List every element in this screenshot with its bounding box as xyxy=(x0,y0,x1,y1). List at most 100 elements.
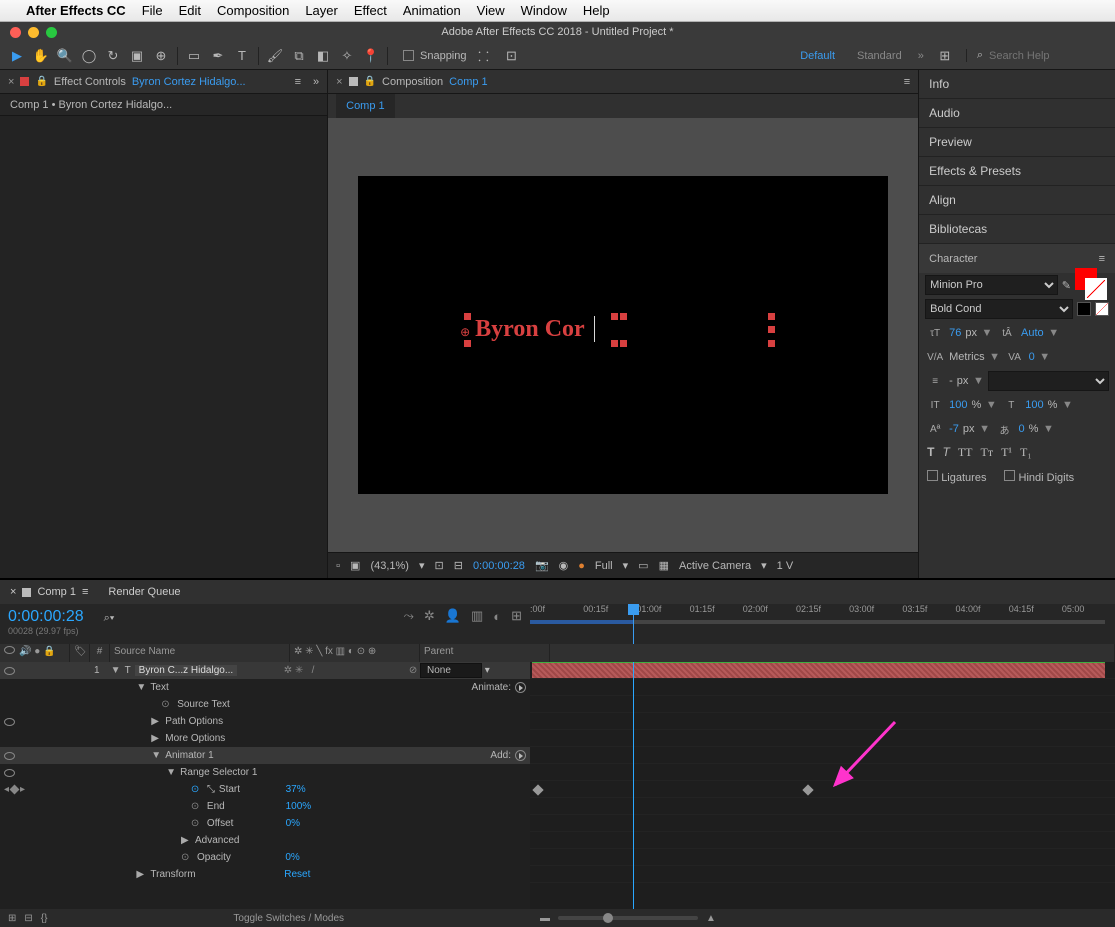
toggle-modes-icon[interactable]: ⊟ xyxy=(24,913,32,924)
close-tab-icon[interactable]: × xyxy=(10,586,16,598)
font-style-select[interactable]: Bold Cond xyxy=(925,299,1073,319)
toggle-brackets-icon[interactable]: {} xyxy=(41,913,48,924)
baseline-shift[interactable]: -7 xyxy=(949,423,959,435)
zoom-value[interactable]: (43,1%) xyxy=(370,560,409,572)
close-panel-icon[interactable]: × xyxy=(8,76,14,88)
vscale[interactable]: 100 xyxy=(949,399,967,411)
timeline-graph[interactable] xyxy=(530,662,1115,909)
toggle-switches-button[interactable]: Toggle Switches / Modes xyxy=(233,913,344,924)
hand-tool[interactable]: ✋ xyxy=(30,45,52,67)
zoom-in-icon[interactable]: ▲ xyxy=(706,913,716,924)
add-menu-icon[interactable] xyxy=(515,750,526,761)
snapping-checkbox[interactable] xyxy=(403,50,414,61)
pen-tool[interactable]: ✒ xyxy=(207,45,229,67)
app-name[interactable]: After Effects CC xyxy=(26,3,126,18)
graph-editor-icon[interactable]: ⊞ xyxy=(511,608,522,624)
grid-icon[interactable]: ▣ xyxy=(350,559,360,572)
eraser-tool[interactable]: ◧ xyxy=(312,45,334,67)
res-dropdown[interactable]: Full xyxy=(595,560,613,572)
mask-icon[interactable]: ⊟ xyxy=(454,559,463,572)
draft3d-icon[interactable]: ✲ xyxy=(424,608,435,624)
channel-icon[interactable]: ◉ xyxy=(559,559,569,572)
pan-behind-tool[interactable]: ⊕ xyxy=(150,45,172,67)
leading[interactable]: Auto xyxy=(1021,327,1044,339)
toggle-switches-icon[interactable]: ⊞ xyxy=(8,913,16,924)
panel-info[interactable]: Info xyxy=(919,70,1115,99)
panel-menu-icon[interactable]: ≡ xyxy=(904,76,910,88)
zoom-out-icon[interactable]: ▬ xyxy=(540,913,550,924)
hindi-digits-checkbox[interactable] xyxy=(1004,470,1015,481)
panel-audio[interactable]: Audio xyxy=(919,99,1115,128)
menu-layer[interactable]: Layer xyxy=(305,3,338,18)
col-parent[interactable]: Parent xyxy=(420,644,550,662)
all-caps[interactable]: TT xyxy=(958,445,973,460)
font-size[interactable]: 76 xyxy=(949,327,961,339)
clone-tool[interactable]: ⧉ xyxy=(288,45,310,67)
menu-help[interactable]: Help xyxy=(583,3,610,18)
panel-menu-icon[interactable]: ≡ xyxy=(1099,253,1105,265)
resolution-icon[interactable]: ⊡ xyxy=(435,559,444,572)
current-timecode[interactable]: 0:00:00:28 xyxy=(8,608,84,626)
panel-menu-icon[interactable]: ≡ xyxy=(295,76,301,88)
lock-icon[interactable]: 🔒 xyxy=(35,76,47,87)
frame-blend-icon[interactable]: ▥ xyxy=(471,608,483,624)
camera-tool[interactable]: ▣ xyxy=(126,45,148,67)
lock-icon[interactable]: 🔒 xyxy=(364,76,376,87)
faux-bold[interactable]: T xyxy=(927,445,934,460)
panel-effects-presets[interactable]: Effects & Presets xyxy=(919,157,1115,186)
time-ruler[interactable]: :00f00:15f01:00f01:15f02:00f02:15f03:00f… xyxy=(530,604,1115,644)
type-tool[interactable]: T xyxy=(231,45,253,67)
mac-menubar[interactable]: After Effects CC File Edit Composition L… xyxy=(0,0,1115,22)
menu-composition[interactable]: Composition xyxy=(217,3,289,18)
kerning[interactable]: Metrics xyxy=(949,351,984,363)
text-layer-bbox[interactable]: ⊕ Byron Cor xyxy=(463,316,783,346)
ligatures-checkbox[interactable] xyxy=(927,470,938,481)
panel-libraries[interactable]: Bibliotecas xyxy=(919,215,1115,244)
current-time-indicator[interactable] xyxy=(633,604,634,644)
menu-effect[interactable]: Effect xyxy=(354,3,387,18)
current-time[interactable]: 0:00:00:28 xyxy=(473,560,525,572)
close-panel-icon[interactable]: × xyxy=(336,76,342,88)
views-dropdown[interactable]: 1 V xyxy=(777,560,794,572)
anchor-point-icon[interactable]: ⊕ xyxy=(460,325,470,339)
panel-preview[interactable]: Preview xyxy=(919,128,1115,157)
roto-tool[interactable]: ✧ xyxy=(336,45,358,67)
rotation-tool[interactable]: ↻ xyxy=(102,45,124,67)
cti-line[interactable] xyxy=(633,662,634,909)
mag-ratio-icon[interactable]: ▫ xyxy=(336,560,340,572)
comp-stage[interactable]: ⊕ Byron Cor xyxy=(358,176,888,494)
menu-animation[interactable]: Animation xyxy=(403,3,461,18)
visibility-col-icon[interactable] xyxy=(4,646,15,654)
comp-mini-flow-icon[interactable]: ⤳ xyxy=(403,608,413,624)
faux-italic[interactable]: T xyxy=(942,445,949,460)
workspace-switcher-icon[interactable]: ⊞ xyxy=(934,45,956,67)
menu-view[interactable]: View xyxy=(477,3,505,18)
selection-tool[interactable]: ▶ xyxy=(6,45,28,67)
brush-tool[interactable]: 🖌 xyxy=(264,45,286,67)
eyedropper-icon[interactable]: ✎ xyxy=(1062,279,1071,292)
color-mgmt-icon[interactable]: ● xyxy=(578,560,585,572)
timeline-search-icon[interactable]: ⌕▾ xyxy=(104,612,115,625)
timeline-zoom-slider[interactable] xyxy=(558,916,698,920)
menu-file[interactable]: File xyxy=(142,3,163,18)
workspace-standard[interactable]: Standard xyxy=(851,48,908,64)
comp-tab[interactable]: Comp 1 xyxy=(336,94,395,118)
timeline-tab-render[interactable]: Render Queue xyxy=(108,586,180,598)
keyframe[interactable] xyxy=(802,784,813,795)
zoom-tool[interactable]: 🔍 xyxy=(54,45,76,67)
tsume[interactable]: 0 xyxy=(1019,423,1025,435)
rectangle-tool[interactable]: ▭ xyxy=(183,45,205,67)
search-help-input[interactable] xyxy=(989,50,1109,62)
layer-row[interactable]: 1 ▼TByron C...z Hidalgo... ✲ ✳ / ⊘ None … xyxy=(0,662,530,679)
tracking[interactable]: 0 xyxy=(1029,351,1035,363)
comp-viewport[interactable]: ⊕ Byron Cor xyxy=(328,118,918,552)
start-property-row[interactable]: ◂▸ ⊙ ⤡ Start 37% xyxy=(0,781,530,798)
workspace-default[interactable]: Default xyxy=(794,48,841,64)
black-swatch[interactable] xyxy=(1077,302,1091,316)
workspace-more-icon[interactable]: » xyxy=(918,50,924,62)
motion-blur-icon[interactable]: ◐ xyxy=(493,609,501,624)
ec-layer-link[interactable]: Byron Cortez Hidalgo... xyxy=(132,76,246,88)
none-swatch[interactable] xyxy=(1095,302,1109,316)
stroke-style-select[interactable] xyxy=(988,371,1109,391)
small-caps[interactable]: Tᴛ xyxy=(980,445,993,460)
